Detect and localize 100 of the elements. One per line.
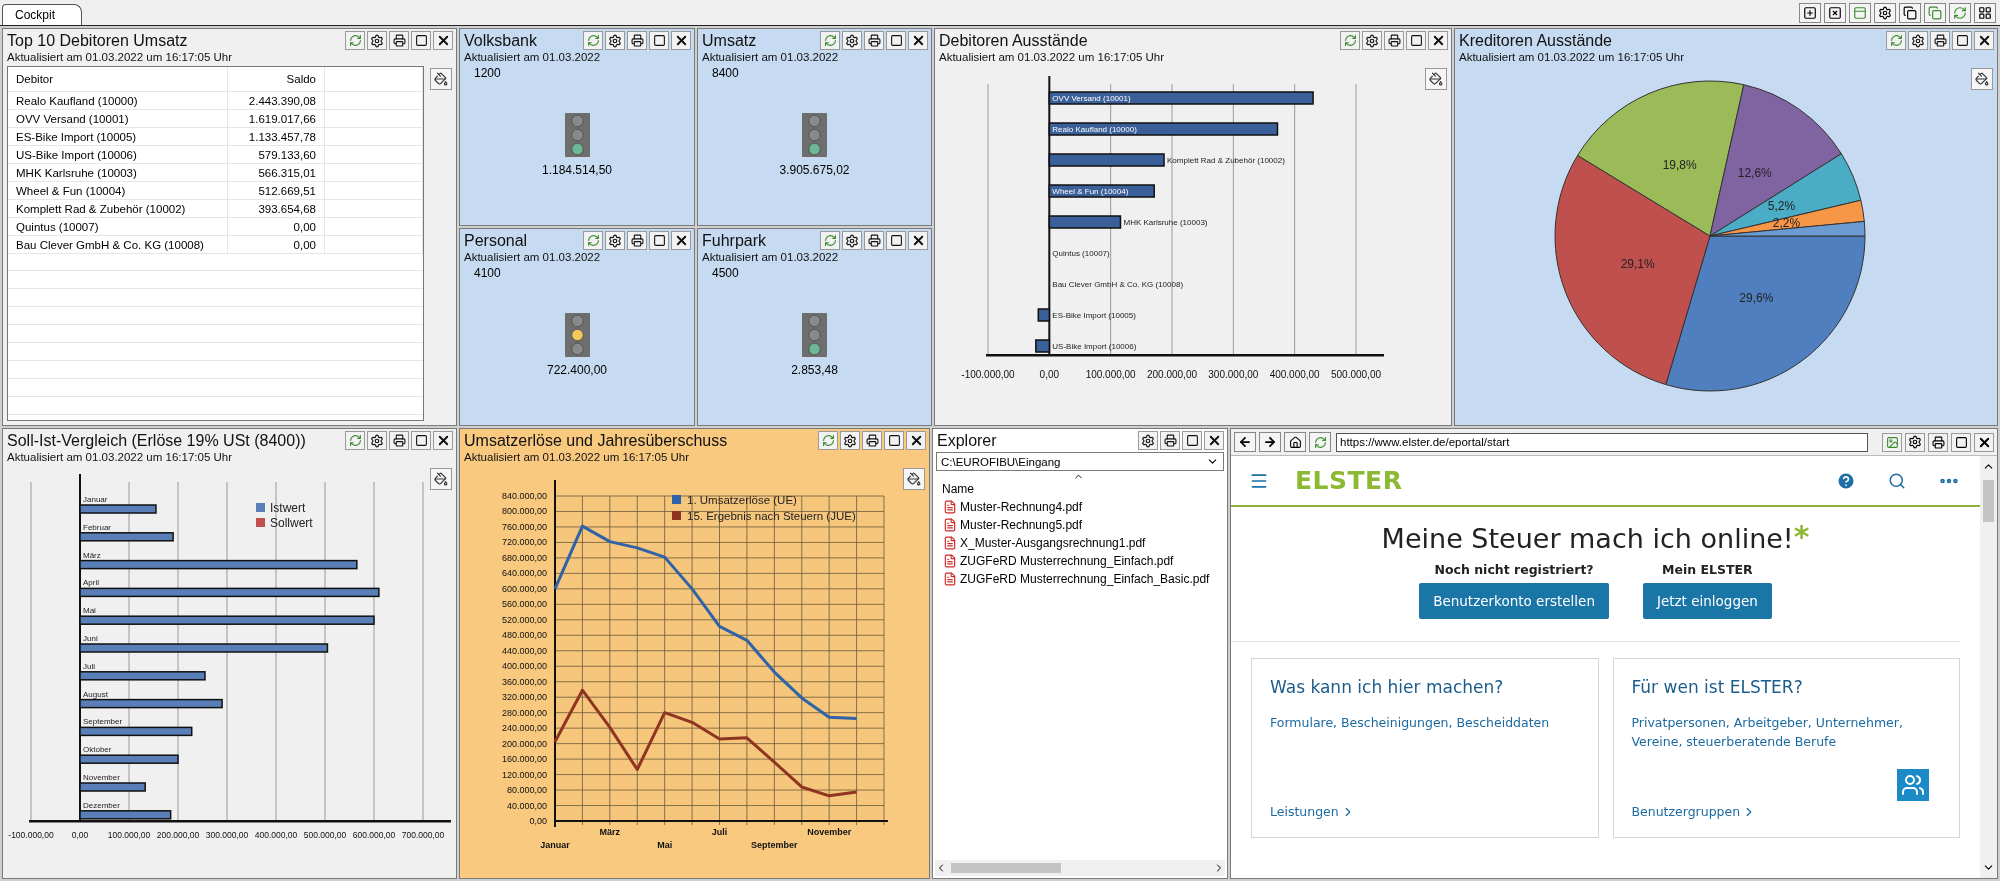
close-button[interactable]	[433, 431, 453, 450]
close-button[interactable]	[1974, 31, 1994, 50]
settings-button[interactable]	[367, 431, 387, 450]
print-button[interactable]	[864, 31, 884, 50]
maximize-button[interactable]	[411, 431, 431, 450]
help-icon[interactable]	[1836, 470, 1856, 491]
column-header[interactable]: Debitor	[8, 67, 228, 91]
horizontal-scrollbar[interactable]	[935, 860, 1225, 876]
print-button[interactable]	[627, 31, 647, 50]
print-button[interactable]	[1160, 431, 1180, 450]
axis-label: März	[599, 827, 621, 837]
axis-label: 280.000,00	[501, 707, 547, 718]
file-item[interactable]: X_Muster-Ausgangsrechnung1.pdf	[933, 534, 1156, 552]
grid-button[interactable]	[1974, 2, 1996, 23]
settings-button[interactable]	[842, 31, 862, 50]
picture-button[interactable]	[1882, 432, 1902, 452]
print-button[interactable]	[389, 431, 409, 450]
maximize-button[interactable]	[1406, 31, 1426, 50]
settings-button[interactable]	[842, 231, 862, 250]
close-window-button[interactable]	[1824, 2, 1846, 23]
forward-button[interactable]	[1259, 432, 1281, 452]
bar-label: September	[83, 717, 123, 727]
maximize-button[interactable]	[884, 431, 904, 450]
bar-label: ES-Bike Import (10005)	[1052, 311, 1136, 320]
settings-icon	[1908, 435, 1922, 449]
panel-title: Soll-Ist-Vergleich (Erlöse 19% USt (8400))	[7, 431, 306, 450]
paint-bucket-button[interactable]	[1425, 68, 1447, 90]
bar-label: April	[83, 578, 99, 588]
home-button[interactable]	[1284, 432, 1306, 452]
settings-button[interactable]	[605, 231, 625, 250]
table-cell: 1.133.457,78	[228, 128, 325, 145]
close-button[interactable]	[906, 431, 926, 450]
file-item[interactable]: ZUGFeRD Musterrechnung_Einfach.pdf	[933, 552, 1184, 570]
maximize-button[interactable]	[1182, 431, 1202, 450]
file-item[interactable]: Muster-Rechnung5.pdf	[933, 516, 1093, 534]
close-button[interactable]	[671, 31, 691, 50]
close-button[interactable]	[1974, 432, 1994, 452]
maximize-button[interactable]	[411, 31, 431, 50]
close-button[interactable]	[671, 231, 691, 250]
maximize-button[interactable]	[1952, 31, 1972, 50]
file-item[interactable]: Muster-Rechnung4.pdf	[933, 498, 1093, 516]
vertical-scrollbar[interactable]	[1980, 456, 1997, 878]
close-button[interactable]	[1428, 31, 1448, 50]
path-dropdown[interactable]: C:\EUROFIBU\Eingang	[936, 452, 1224, 471]
print-button[interactable]	[389, 31, 409, 50]
print-button[interactable]	[1928, 432, 1948, 452]
print-button[interactable]	[1930, 31, 1950, 50]
scroll-thumb[interactable]	[951, 863, 1061, 873]
column-header[interactable]: Name	[933, 473, 1083, 498]
settings-button[interactable]	[1362, 31, 1382, 50]
close-button[interactable]	[1204, 431, 1224, 450]
maximize-button[interactable]	[1951, 432, 1971, 452]
settings-button[interactable]	[605, 31, 625, 50]
back-button[interactable]	[1234, 432, 1256, 452]
action-button[interactable]: Benutzerkonto erstellen	[1419, 583, 1609, 619]
print-button[interactable]	[864, 231, 884, 250]
close-button[interactable]	[908, 31, 928, 50]
axis-label: 200.000,00	[1146, 369, 1198, 380]
settings-button[interactable]	[1905, 432, 1925, 452]
url-field[interactable]: https://www.elster.de/eportal/start	[1336, 432, 1868, 452]
paint-bucket-button[interactable]	[903, 468, 925, 490]
settings-button[interactable]	[1908, 31, 1928, 50]
maximize-icon	[414, 34, 428, 47]
action-button[interactable]: Jetzt einloggen	[1642, 583, 1772, 619]
search-icon[interactable]	[1888, 471, 1906, 490]
settings-button[interactable]	[840, 431, 860, 450]
copy-button[interactable]	[1899, 2, 1921, 23]
paint-bucket-button[interactable]	[1971, 68, 1993, 90]
axis-label: 440.000,00	[501, 645, 547, 656]
maximize-button[interactable]	[649, 231, 669, 250]
print-button[interactable]	[1384, 31, 1404, 50]
add-window-button[interactable]	[1799, 2, 1821, 23]
file-item[interactable]: ZUGFeRD Musterrechnung_Einfach_Basic.pdf	[933, 570, 1220, 588]
legend-label: Istwert	[270, 501, 306, 515]
refresh-button[interactable]	[1949, 2, 1971, 23]
tab[interactable]: Cockpit	[2, 4, 82, 25]
print-button[interactable]	[862, 431, 882, 450]
table-cell: 2.443.390,08	[228, 92, 325, 109]
axis-label: 480.000,00	[501, 630, 547, 641]
maximize-icon	[1185, 434, 1199, 447]
column-header[interactable]: Saldo	[228, 67, 325, 91]
paint-bucket-button[interactable]	[430, 68, 452, 90]
legend-swatch	[672, 511, 681, 520]
close-button[interactable]	[908, 231, 928, 250]
settings-button[interactable]	[1138, 431, 1158, 450]
print-button[interactable]	[627, 231, 647, 250]
scroll-thumb[interactable]	[1983, 480, 1994, 522]
maximize-button[interactable]	[886, 231, 906, 250]
settings-icon	[845, 233, 859, 248]
bar-label: Quintus (10007)	[1052, 249, 1110, 258]
paint-bucket-button[interactable]	[430, 468, 452, 490]
maximize-button[interactable]	[649, 31, 669, 50]
table-cell: ES-Bike Import (10005)	[8, 128, 228, 145]
settings-button[interactable]	[1874, 2, 1896, 23]
close-button[interactable]	[433, 31, 453, 50]
card-link[interactable]: Benutzergruppen	[1631, 804, 1757, 819]
maximize-button[interactable]	[886, 31, 906, 50]
settings-button[interactable]	[367, 31, 387, 50]
axis-label: November	[807, 827, 852, 837]
card-link[interactable]: Leistungen	[1270, 804, 1355, 819]
